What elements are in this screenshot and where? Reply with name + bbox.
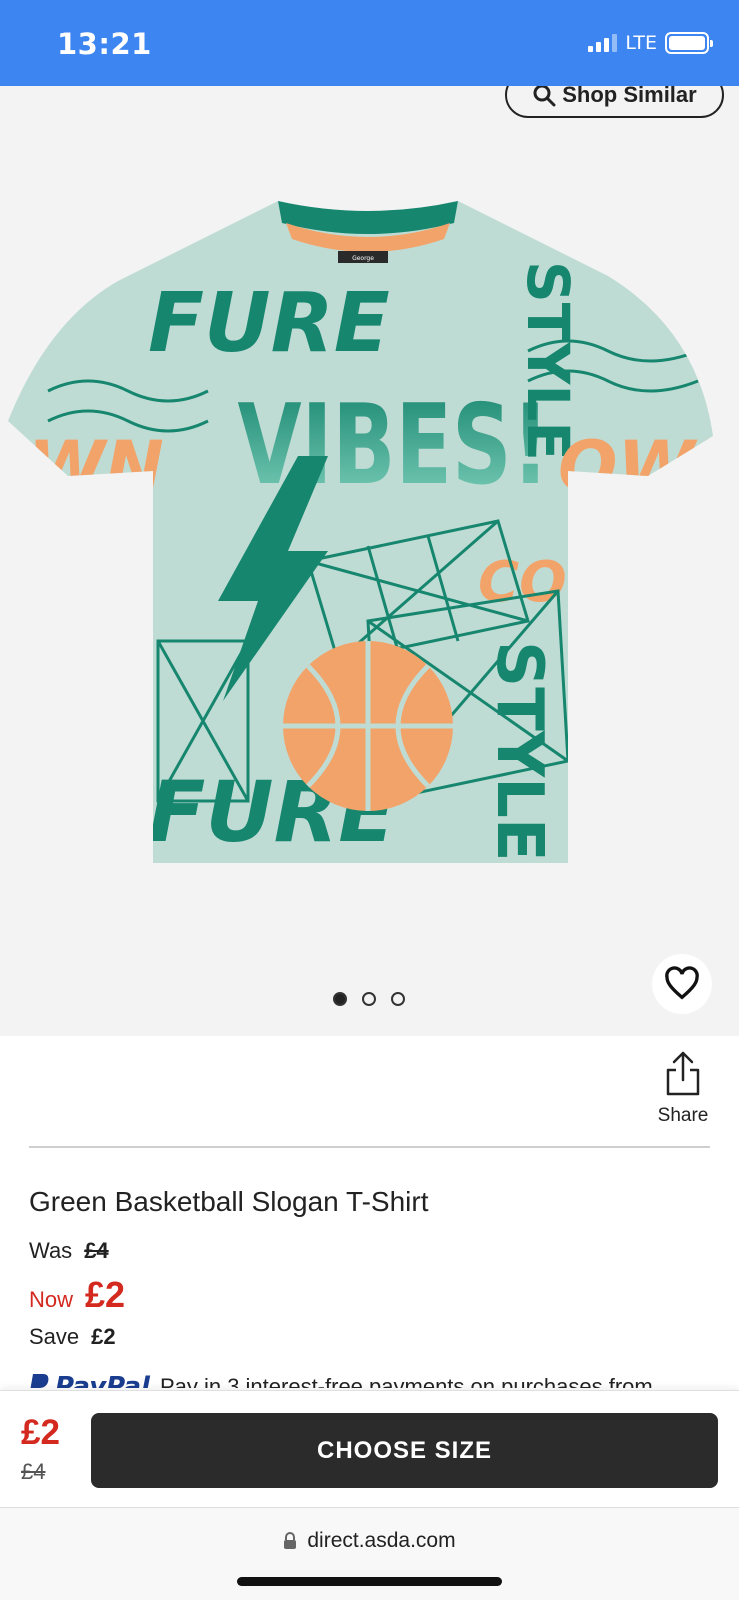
was-price: £4 bbox=[84, 1238, 109, 1263]
bar-now-price: £2 bbox=[21, 1413, 60, 1452]
status-indicators: LTE bbox=[588, 32, 713, 54]
battery-icon bbox=[665, 32, 713, 54]
battery-level bbox=[669, 36, 705, 50]
search-icon bbox=[533, 86, 556, 107]
paypal-icon bbox=[30, 1374, 49, 1388]
carousel-dot[interactable] bbox=[391, 992, 405, 1006]
was-label: Was bbox=[29, 1238, 73, 1263]
shop-similar-button[interactable]: Shop Similar bbox=[505, 86, 724, 118]
svg-text:STYLE: STYLE bbox=[482, 641, 556, 862]
product-title: Green Basketball Slogan T-Shirt bbox=[29, 1186, 429, 1217]
save-row: Save £2 bbox=[29, 1324, 116, 1350]
carousel-dot[interactable] bbox=[362, 992, 376, 1006]
was-price-row: Was £4 bbox=[29, 1238, 109, 1264]
url-text: direct.asda.com bbox=[307, 1529, 456, 1552]
share-label: Share bbox=[657, 1105, 709, 1126]
url-display[interactable]: direct.asda.com bbox=[0, 1529, 739, 1553]
paypal-brand: PayPal bbox=[55, 1372, 150, 1388]
save-amount: £2 bbox=[91, 1324, 116, 1349]
shop-similar-label: Shop Similar bbox=[562, 86, 697, 107]
product-image-gallery[interactable]: Shop Similar FURE VIBES! STYLE WN OWN RT… bbox=[0, 86, 739, 1036]
now-label: Now bbox=[29, 1287, 74, 1312]
favourite-button[interactable] bbox=[652, 954, 712, 1014]
sticky-add-bar: £2 £4 CHOOSE SIZE bbox=[0, 1390, 739, 1507]
heart-icon bbox=[665, 966, 699, 1000]
signal-icon bbox=[588, 34, 618, 52]
product-image-tshirt: FURE VIBES! STYLE WN OWN RT CO FURE STYL… bbox=[8, 201, 728, 863]
svg-text:FURE: FURE bbox=[148, 276, 390, 371]
svg-text:RT: RT bbox=[68, 550, 151, 615]
network-type: LTE bbox=[625, 32, 657, 54]
carousel-dots bbox=[333, 992, 405, 1006]
now-price-row: Now £2 bbox=[29, 1274, 125, 1316]
lock-icon bbox=[284, 1532, 297, 1549]
svg-text:WN: WN bbox=[28, 426, 164, 508]
share-icon bbox=[666, 1051, 700, 1096]
carousel-dot[interactable] bbox=[333, 992, 347, 1006]
save-label: Save bbox=[29, 1324, 80, 1349]
divider bbox=[29, 1146, 710, 1148]
status-time: 13:21 bbox=[57, 27, 152, 61]
shirt-brand-label: George bbox=[352, 255, 374, 262]
paypal-logo: PayPal bbox=[29, 1372, 150, 1388]
paypal-banner[interactable]: PayPal Pay in 3 interest-free payments o… bbox=[29, 1372, 729, 1388]
status-bar: 13:21 LTE bbox=[0, 0, 739, 86]
svg-text:OWN: OWN bbox=[558, 426, 728, 508]
home-indicator[interactable] bbox=[237, 1577, 502, 1586]
paypal-text: Pay in 3 interest-free payments on purch… bbox=[159, 1374, 653, 1388]
bar-was-price: £4 bbox=[21, 1459, 46, 1484]
share-button[interactable]: Share bbox=[653, 1050, 713, 1127]
now-price: £2 bbox=[85, 1274, 126, 1315]
browser-url-bar: direct.asda.com bbox=[0, 1507, 739, 1600]
choose-size-button[interactable]: CHOOSE SIZE bbox=[91, 1413, 718, 1488]
